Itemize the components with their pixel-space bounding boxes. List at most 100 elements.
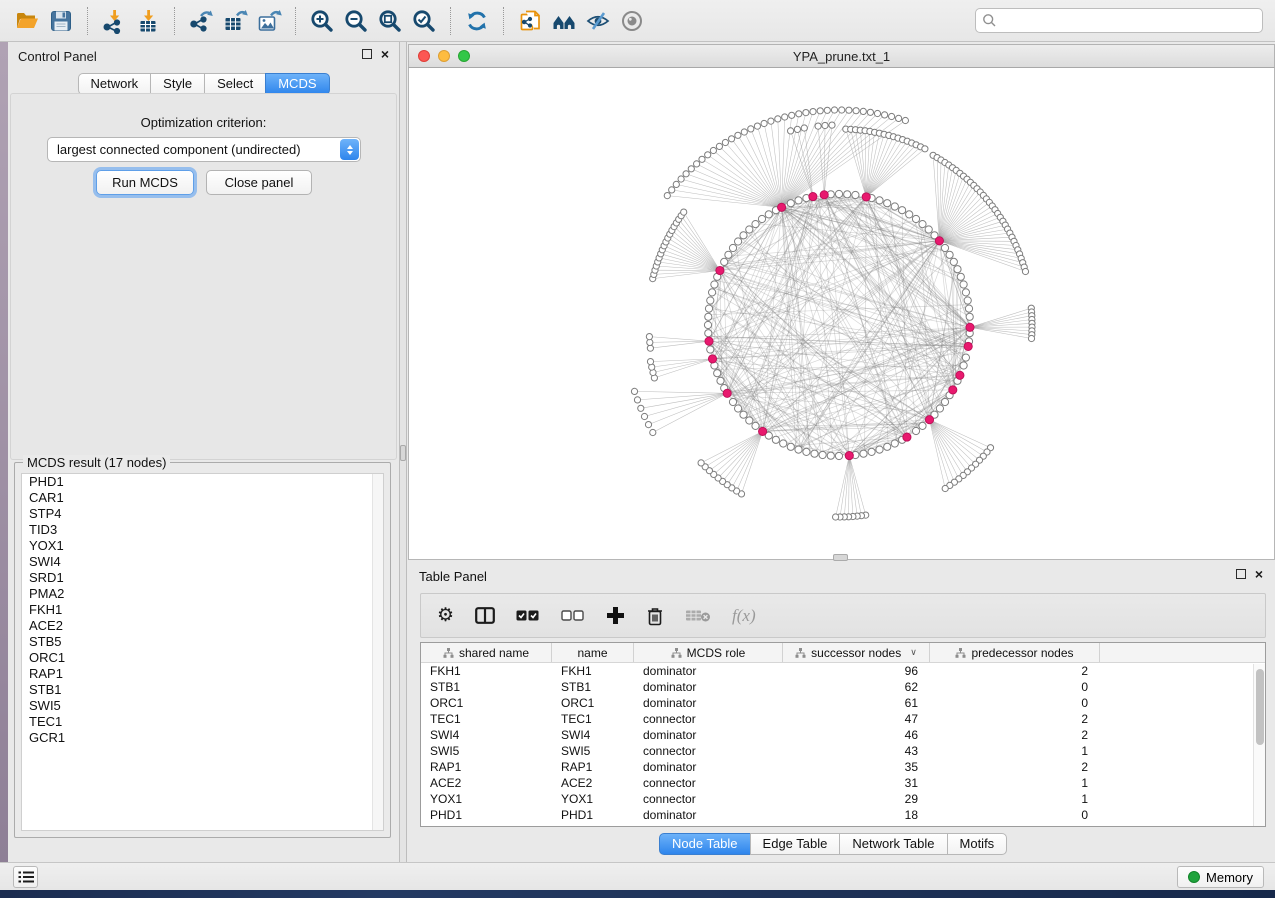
mcds-result-item[interactable]: SWI4 bbox=[22, 554, 383, 570]
delete-table-button[interactable] bbox=[685, 608, 711, 623]
table-row[interactable]: ORC1ORC1dominator610 bbox=[421, 695, 1265, 711]
cell-predecessor-nodes: 1 bbox=[930, 744, 1100, 758]
function-builder-button[interactable]: f(x) bbox=[732, 606, 756, 626]
table-row[interactable]: TEC1TEC1connector472 bbox=[421, 711, 1265, 727]
tab-select[interactable]: Select bbox=[204, 73, 266, 95]
split-columns-button[interactable] bbox=[475, 607, 495, 624]
table-row[interactable]: RAP1RAP1dominator352 bbox=[421, 759, 1265, 775]
cell-shared-name: YOX1 bbox=[421, 792, 552, 806]
desktop-wallpaper-bottom bbox=[0, 890, 1275, 898]
column-header-successor-nodes[interactable]: successor nodes∨ bbox=[783, 643, 930, 662]
mcds-result-item[interactable]: TID3 bbox=[22, 522, 383, 538]
horizontal-splitter-handle[interactable] bbox=[833, 554, 848, 561]
mcds-result-item[interactable]: FKH1 bbox=[22, 602, 383, 618]
delete-column-button[interactable] bbox=[646, 606, 664, 626]
network-view[interactable] bbox=[408, 68, 1275, 560]
search-input[interactable] bbox=[997, 13, 1256, 28]
export-table-button[interactable] bbox=[218, 4, 252, 38]
table-body: FKH1FKH1dominator962STB1STB1dominator620… bbox=[421, 663, 1265, 823]
column-header-predecessor-nodes[interactable]: predecessor nodes bbox=[930, 643, 1100, 662]
apply-layout-button[interactable] bbox=[460, 4, 494, 38]
mcds-result-item[interactable]: ACE2 bbox=[22, 618, 383, 634]
memory-button[interactable]: Memory bbox=[1177, 866, 1264, 888]
close-table-panel-icon[interactable]: × bbox=[1255, 569, 1263, 579]
import-table-button[interactable] bbox=[131, 4, 165, 38]
zoom-selected-button[interactable] bbox=[407, 4, 441, 38]
table-scrollbar[interactable] bbox=[1253, 664, 1265, 826]
mcds-result-item[interactable]: PMA2 bbox=[22, 586, 383, 602]
table-row[interactable]: YOX1YOX1connector291 bbox=[421, 791, 1265, 807]
add-column-button[interactable] bbox=[606, 606, 625, 625]
network-nodes bbox=[631, 107, 1035, 520]
column-header-MCDS-role[interactable]: MCDS role bbox=[634, 643, 783, 662]
column-header-name[interactable]: name bbox=[552, 643, 634, 662]
open-file-button[interactable] bbox=[10, 4, 44, 38]
cell-predecessor-nodes: 0 bbox=[930, 680, 1100, 694]
mcds-result-item[interactable]: ORC1 bbox=[22, 650, 383, 666]
control-panel: Control Panel × NetworkStyleSelectMCDS O… bbox=[8, 42, 399, 862]
table-tab-network-table[interactable]: Network Table bbox=[839, 833, 947, 855]
float-panel-icon[interactable] bbox=[362, 49, 372, 59]
network-window-titlebar[interactable]: YPA_prune.txt_1 bbox=[408, 44, 1275, 68]
mcds-list-scrollbar[interactable] bbox=[372, 474, 383, 830]
mcds-result-item[interactable]: SRD1 bbox=[22, 570, 383, 586]
mcds-result-item[interactable]: STP4 bbox=[22, 506, 383, 522]
task-monitor-button[interactable] bbox=[13, 866, 38, 888]
import-network-button[interactable] bbox=[97, 4, 131, 38]
table-scrollbar-thumb[interactable] bbox=[1256, 669, 1264, 745]
cell-successor-nodes: 62 bbox=[783, 680, 930, 694]
table-settings-button[interactable]: ⚙ bbox=[437, 606, 454, 625]
table-tab-motifs[interactable]: Motifs bbox=[947, 833, 1008, 855]
save-session-button[interactable] bbox=[44, 4, 78, 38]
cell-name: SWI4 bbox=[552, 728, 634, 742]
mcds-result-item[interactable]: STB1 bbox=[22, 682, 383, 698]
close-panel-button[interactable]: Close panel bbox=[206, 170, 312, 195]
mcds-result-item[interactable]: STB5 bbox=[22, 634, 383, 650]
mcds-result-item[interactable]: TEC1 bbox=[22, 714, 383, 730]
tab-style[interactable]: Style bbox=[150, 73, 205, 95]
network-canvas[interactable] bbox=[409, 68, 1274, 558]
export-network-button[interactable] bbox=[184, 4, 218, 38]
float-table-panel-icon[interactable] bbox=[1236, 569, 1246, 579]
mcds-result-item[interactable]: GCR1 bbox=[22, 730, 383, 746]
table-row[interactable]: ACE2ACE2connector311 bbox=[421, 775, 1265, 791]
cell-MCDS-role: connector bbox=[634, 776, 783, 790]
run-mcds-button[interactable]: Run MCDS bbox=[96, 170, 194, 195]
cell-MCDS-role: connector bbox=[634, 744, 783, 758]
mcds-result-item[interactable]: YOX1 bbox=[22, 538, 383, 554]
mcds-result-item[interactable]: CAR1 bbox=[22, 490, 383, 506]
cell-name: RAP1 bbox=[552, 760, 634, 774]
zoom-in-button[interactable] bbox=[305, 4, 339, 38]
table-row[interactable]: SWI4SWI4dominator462 bbox=[421, 727, 1265, 743]
export-table-icon bbox=[222, 8, 248, 34]
cell-shared-name: ACE2 bbox=[421, 776, 552, 790]
column-header-shared-name[interactable]: shared name bbox=[421, 643, 552, 662]
binoculars-icon bbox=[551, 8, 577, 34]
first-neighbors-button[interactable] bbox=[547, 4, 581, 38]
zoom-out-button[interactable] bbox=[339, 4, 373, 38]
table-row[interactable]: FKH1FKH1dominator962 bbox=[421, 663, 1265, 679]
select-all-button[interactable] bbox=[516, 609, 540, 622]
table-tab-edge-table[interactable]: Edge Table bbox=[750, 833, 841, 855]
panel-splitter[interactable] bbox=[399, 42, 407, 862]
shared-column-icon bbox=[955, 648, 966, 658]
tab-network[interactable]: Network bbox=[77, 73, 151, 95]
table-row[interactable]: SWI5SWI5connector431 bbox=[421, 743, 1265, 759]
tab-mcds[interactable]: MCDS bbox=[265, 73, 329, 95]
mcds-result-item[interactable]: RAP1 bbox=[22, 666, 383, 682]
zoom-fit-button[interactable] bbox=[373, 4, 407, 38]
splitter-handle[interactable] bbox=[400, 445, 406, 461]
export-image-button[interactable] bbox=[252, 4, 286, 38]
mcds-result-item[interactable]: SWI5 bbox=[22, 698, 383, 714]
mcds-result-item[interactable]: PHD1 bbox=[22, 474, 383, 490]
hide-selected-button[interactable] bbox=[581, 4, 615, 38]
clone-network-button[interactable] bbox=[513, 4, 547, 38]
close-panel-icon[interactable]: × bbox=[381, 49, 389, 59]
table-row[interactable]: PHD1PHD1dominator180 bbox=[421, 807, 1265, 823]
optimization-criterion-select[interactable]: largest connected component (undirected) bbox=[47, 137, 361, 162]
search-icon bbox=[982, 13, 997, 28]
deselect-all-button[interactable] bbox=[561, 609, 585, 622]
table-tab-node-table[interactable]: Node Table bbox=[659, 833, 751, 855]
table-row[interactable]: STB1STB1dominator620 bbox=[421, 679, 1265, 695]
show-all-button[interactable] bbox=[615, 4, 649, 38]
